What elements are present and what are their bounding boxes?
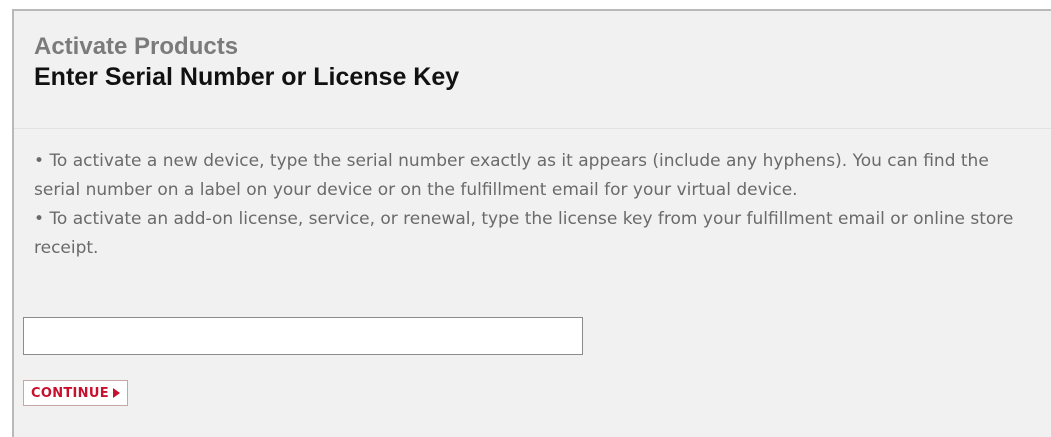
- instruction-item-license: • To activate an add-on license, service…: [34, 205, 1039, 263]
- section-title: Activate Products: [34, 33, 239, 60]
- serial-number-input[interactable]: [23, 317, 583, 355]
- bullet-icon: •: [34, 209, 45, 229]
- activation-panel: Activate Products Enter Serial Number or…: [12, 9, 1051, 437]
- instruction-text: To activate a new device, type the seria…: [34, 151, 989, 200]
- continue-button[interactable]: CONTINUE: [23, 380, 128, 406]
- page-title: Enter Serial Number or License Key: [34, 63, 460, 91]
- instruction-text: To activate an add-on license, service, …: [34, 209, 1014, 258]
- play-arrow-icon: [112, 388, 120, 398]
- instruction-item-serial: • To activate a new device, type the ser…: [34, 147, 1039, 205]
- divider: [14, 128, 1051, 129]
- heading-group: Activate Products Enter Serial Number or…: [34, 33, 459, 93]
- instructions: • To activate a new device, type the ser…: [34, 147, 1039, 263]
- bullet-icon: •: [34, 151, 45, 171]
- continue-label: CONTINUE: [31, 385, 109, 401]
